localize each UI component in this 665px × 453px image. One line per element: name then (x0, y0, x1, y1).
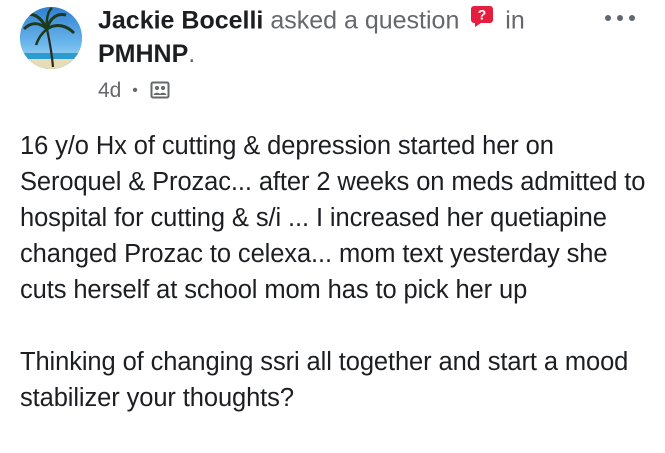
in-text: in (505, 6, 525, 35)
more-options-icon[interactable] (605, 10, 635, 26)
more-dot (629, 15, 635, 21)
author-name[interactable]: Jackie Bocelli (98, 7, 263, 35)
group-suffix: . (188, 40, 196, 68)
post-group-line: PMHNP. (98, 38, 195, 70)
post-paragraph: 16 y/o Hx of cutting & depression starte… (20, 132, 646, 304)
group-members-icon (150, 80, 170, 106)
group-name-link[interactable]: PMHNP (98, 40, 188, 68)
meta-separator: • (132, 82, 138, 99)
post-meta: 4d • (98, 79, 170, 106)
post-header: Jackie Bocelli asked a question ? in PMH… (0, 0, 665, 110)
post-author-line: Jackie Bocelli asked a question ? in (98, 4, 588, 40)
post-paragraph: Thinking of changing ssri all together a… (20, 348, 629, 412)
avatar[interactable] (20, 7, 82, 69)
more-dot (617, 15, 623, 21)
svg-text:?: ? (478, 7, 487, 23)
question-badge-icon: ? (470, 4, 494, 36)
post-action-text: asked a question (270, 6, 460, 35)
more-dot (605, 15, 611, 21)
post-timestamp[interactable]: 4d (98, 79, 121, 102)
post-body: 16 y/o Hx of cutting & depression starte… (20, 128, 650, 416)
palm-tree-avatar-image (20, 7, 82, 69)
